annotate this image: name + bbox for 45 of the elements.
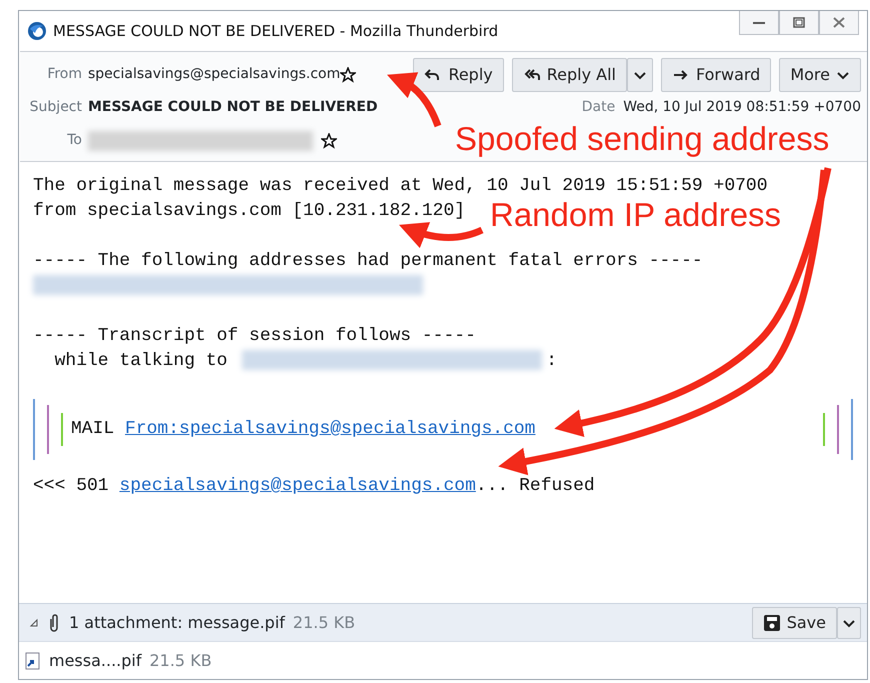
message-line: from specialsavings.com [10.231.182.120] <box>33 200 466 223</box>
maximize-button[interactable] <box>779 11 819 35</box>
email-link[interactable]: From:specialsavings@specialsavings.com <box>125 419 536 439</box>
message-line: ----- Transcript of session follows ----- <box>33 325 476 348</box>
maximize-icon <box>791 16 807 29</box>
more-button[interactable]: More <box>779 58 861 92</box>
expand-icon[interactable] <box>29 618 39 628</box>
attachment-summary: 1 attachment: message.pif <box>69 612 285 634</box>
subject-text: MESSAGE COULD NOT BE DELIVERED <box>88 98 378 117</box>
close-icon <box>831 16 847 29</box>
minimize-button[interactable] <box>739 11 779 35</box>
message-line: MAIL From:specialsavings@specialsavings.com <box>71 418 536 441</box>
save-menu-button[interactable] <box>837 606 861 638</box>
date-text: Wed, 10 Jul 2019 08:51:59 +0700 <box>623 98 861 117</box>
annotation-text: Random IP address <box>490 198 782 231</box>
save-button[interactable]: Save <box>752 606 837 638</box>
message-line: The original message was received at Wed, 10 Jul 2019 15:51:59 +0700 <box>33 175 768 198</box>
reply-button[interactable]: Reply <box>413 58 504 92</box>
annotation-text: Spoofed sending address <box>455 122 830 155</box>
reply-all-menu-button[interactable] <box>626 58 653 92</box>
file-size: 21.5 KB <box>292 612 356 634</box>
save-icon <box>762 614 781 632</box>
field-label: Subject <box>28 98 83 117</box>
arrow <box>387 73 442 128</box>
reply-all-icon <box>522 66 541 82</box>
message-line: <<< 501 specialsavings@specialsavings.com... Refused <box>33 475 595 498</box>
file-icon <box>25 652 41 670</box>
star-icon[interactable] <box>340 66 356 82</box>
field-label: To <box>66 131 83 150</box>
file-size: 21.5 KB <box>149 650 212 672</box>
star-icon[interactable] <box>321 132 337 148</box>
app-logo-icon <box>27 21 47 41</box>
email-link[interactable]: specialsavings@specialsavings.com <box>119 476 476 496</box>
message-line: ----- The following addresses had permanent fatal errors ----- <box>33 250 703 273</box>
close-button[interactable] <box>819 11 859 35</box>
forward-button[interactable]: Forward <box>660 58 772 92</box>
message-line: : <box>546 351 558 371</box>
field-label: From <box>46 65 83 84</box>
attachment-name[interactable]: messa....pif <box>49 648 142 672</box>
reply-all-button[interactable]: Reply All <box>512 58 627 92</box>
minimize-icon <box>753 22 765 24</box>
window-title: MESSAGE COULD NOT BE DELIVERED - Mozilla Thunderbird <box>53 20 498 42</box>
field-label: Date <box>582 98 616 117</box>
sender-address[interactable]: specialsavings@specialsavings.com <box>88 64 340 85</box>
message-line: while talking to <box>54 351 228 371</box>
